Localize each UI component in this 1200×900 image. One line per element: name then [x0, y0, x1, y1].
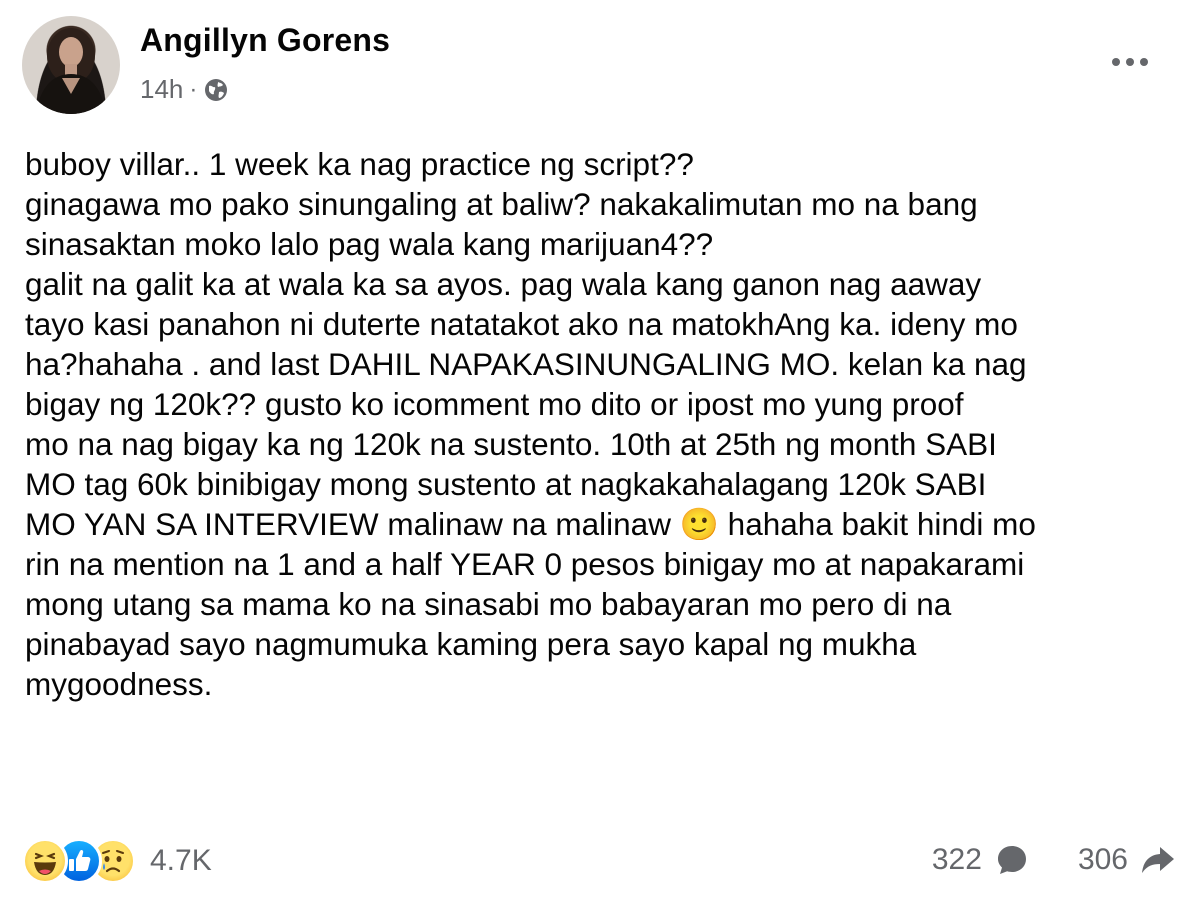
reaction-count[interactable]: 4.7K — [150, 844, 212, 878]
post-timestamp[interactable]: 14h — [140, 74, 183, 105]
globe-icon[interactable] — [203, 77, 229, 103]
meta-separator: · — [189, 75, 198, 103]
comments-count[interactable]: 322 — [932, 843, 982, 877]
more-horizontal-icon — [1140, 58, 1148, 66]
more-horizontal-icon — [1112, 58, 1120, 66]
post-meta: 14h · — [140, 74, 229, 105]
engagement-stats: 322 306 — [932, 842, 1176, 878]
facebook-post: Angillyn Gorens 14h · buboy villar.. 1 w… — [0, 0, 1200, 900]
post-footer: 4.7K 322 306 — [22, 838, 1182, 890]
post-header: Angillyn Gorens 14h · — [22, 16, 1182, 116]
more-horizontal-icon — [1126, 58, 1134, 66]
more-options-button[interactable] — [1100, 42, 1160, 82]
reactions-summary[interactable]: 4.7K — [22, 838, 212, 884]
author-name[interactable]: Angillyn Gorens — [140, 22, 390, 59]
share-icon[interactable] — [1140, 842, 1176, 878]
post-text: buboy villar.. 1 week ka nag practice ng… — [25, 146, 1036, 702]
comment-icon[interactable] — [994, 842, 1030, 878]
avatar-image — [36, 28, 106, 114]
author-avatar[interactable] — [22, 16, 120, 114]
shares-count[interactable]: 306 — [1078, 843, 1128, 877]
haha-icon — [22, 838, 68, 884]
